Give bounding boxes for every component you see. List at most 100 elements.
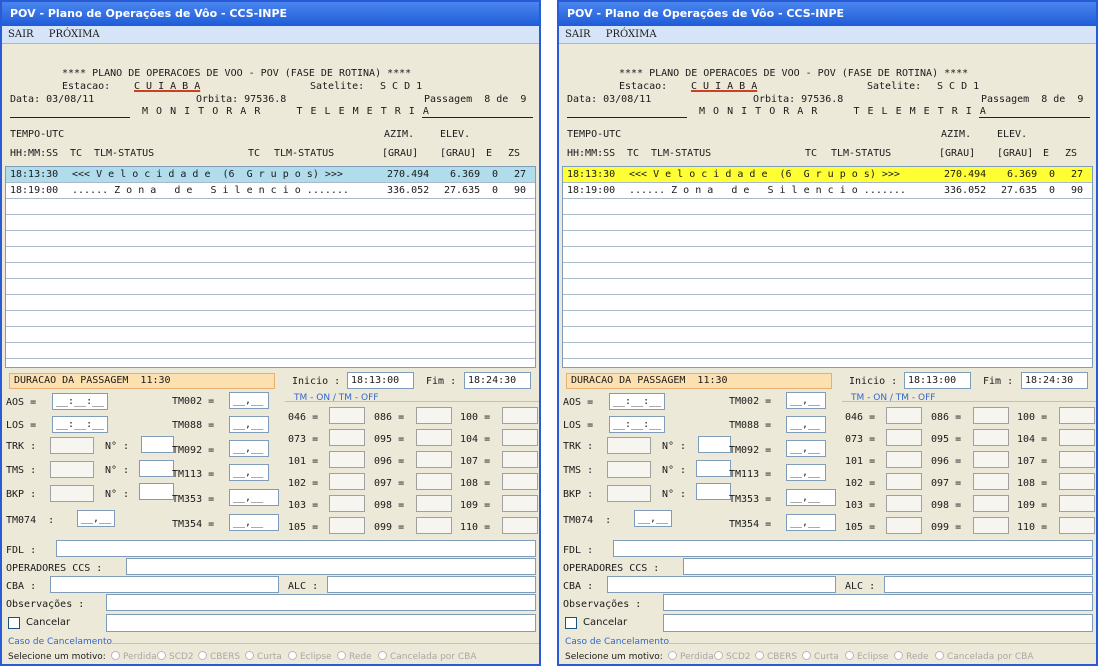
menu-sair[interactable]: SAIR [565,29,591,40]
tm002-field[interactable]: __,__ [786,392,826,409]
motivo-perdida-radio[interactable]: Perdida [668,651,714,662]
tm097-field[interactable] [416,473,452,490]
tms-n-field[interactable] [139,460,174,477]
schedule-row-empty[interactable] [563,295,1092,311]
los-field[interactable]: __:__:__ [52,416,108,433]
tm096-field[interactable] [416,451,452,468]
motivo-cancelada-cba-radio[interactable]: Cancelada por CBA [935,651,1034,662]
schedule-row-selected[interactable]: 18:13:30 <<< V e l o c i d a d e (6 G r … [6,167,535,183]
tm002-field[interactable]: __,__ [229,392,269,409]
schedule-row-empty[interactable] [563,231,1092,247]
tm095-field[interactable] [973,429,1009,446]
tm107-field[interactable] [1059,451,1095,468]
tm073-field[interactable] [886,429,922,446]
menu-proxima[interactable]: PRÓXIMA [606,29,657,40]
schedule-row[interactable]: 18:19:00 ...... Z o n a d e S i l e n c … [6,183,535,199]
cancelar-motivo-field[interactable] [106,614,536,632]
tm099-field[interactable] [973,517,1009,534]
tm086-field[interactable] [973,407,1009,424]
aos-field[interactable]: __:__:__ [609,393,665,410]
tm098-field[interactable] [416,495,452,512]
tm100-field[interactable] [1059,407,1095,424]
bkp-n-field[interactable] [139,483,174,500]
motivo-perdida-radio[interactable]: Perdida [111,651,157,662]
motivo-cbers-radio[interactable]: CBERS [755,651,797,662]
tm088-field[interactable]: __,__ [786,416,826,433]
schedule-row-empty[interactable] [6,231,535,247]
schedule-row-empty[interactable] [6,279,535,295]
motivo-eclipse-radio[interactable]: Eclipse [288,651,332,662]
schedule-row-empty[interactable] [563,199,1092,215]
schedule-row-empty[interactable] [563,311,1092,327]
tm098-field[interactable] [973,495,1009,512]
schedule-row[interactable]: 18:19:00 ...... Z o n a d e S i l e n c … [563,183,1092,199]
observacoes-field[interactable] [106,594,536,611]
tm102-field[interactable] [329,473,365,490]
bkp-n-field[interactable] [696,483,731,500]
tm046-field[interactable] [886,407,922,424]
cba-field[interactable] [50,576,279,593]
menu-proxima[interactable]: PRÓXIMA [49,29,100,40]
motivo-scd2-radio[interactable]: SCD2 [714,651,751,662]
operadores-field[interactable] [683,558,1093,575]
motivo-eclipse-radio[interactable]: Eclipse [845,651,889,662]
operadores-field[interactable] [126,558,536,575]
motivo-curta-radio[interactable]: Curta [802,651,839,662]
cba-field[interactable] [607,576,836,593]
schedule-row-empty[interactable] [563,279,1092,295]
tm107-field[interactable] [502,451,538,468]
schedule-grid[interactable]: 18:13:30 <<< V e l o c i d a d e (6 G r … [5,166,536,368]
schedule-row-empty[interactable] [6,327,535,343]
motivo-rede-radio[interactable]: Rede [894,651,929,662]
bkp-field[interactable] [50,485,94,502]
tm104-field[interactable] [1059,429,1095,446]
inicio-field[interactable]: 18:13:00 [347,372,414,389]
schedule-row-empty[interactable] [563,327,1092,343]
tm099-field[interactable] [416,517,452,534]
aos-field[interactable]: __:__:__ [52,393,108,410]
schedule-row-empty[interactable] [6,199,535,215]
alc-field[interactable] [327,576,536,593]
tm086-field[interactable] [416,407,452,424]
tm096-field[interactable] [973,451,1009,468]
tms-n-field[interactable] [696,460,731,477]
tm354-field[interactable]: __,__ [786,514,836,531]
tm073-field[interactable] [329,429,365,446]
tm100-field[interactable] [502,407,538,424]
fim-field[interactable]: 18:24:30 [464,372,531,389]
cancelar-checkbox[interactable] [565,617,577,629]
tm104-field[interactable] [502,429,538,446]
los-field[interactable]: __:__:__ [609,416,665,433]
alc-field[interactable] [884,576,1093,593]
tm110-field[interactable] [1059,517,1095,534]
cancelar-checkbox[interactable] [8,617,20,629]
tm354-field[interactable]: __,__ [229,514,279,531]
tms-field[interactable] [607,461,651,478]
tm353-field[interactable]: __,__ [229,489,279,506]
schedule-row-empty[interactable] [563,215,1092,231]
schedule-row-selected[interactable]: 18:13:30 <<< V e l o c i d a d e (6 G r … [563,167,1092,183]
tms-field[interactable] [50,461,94,478]
schedule-row-empty[interactable] [563,343,1092,359]
fdl-field[interactable] [613,540,1093,557]
tm074-field[interactable]: __,__ [634,510,672,527]
trk-field[interactable] [50,437,94,454]
schedule-row-empty[interactable] [6,311,535,327]
tm113-field[interactable]: __,__ [786,464,826,481]
inicio-field[interactable]: 18:13:00 [904,372,971,389]
schedule-grid[interactable]: 18:13:30 <<< V e l o c i d a d e (6 G r … [562,166,1093,368]
schedule-row-empty[interactable] [563,263,1092,279]
schedule-row-empty[interactable] [6,263,535,279]
tm103-field[interactable] [886,495,922,512]
tm109-field[interactable] [502,495,538,512]
observacoes-field[interactable] [663,594,1093,611]
tm113-field[interactable]: __,__ [229,464,269,481]
tm092-field[interactable]: __,__ [229,440,269,457]
tm353-field[interactable]: __,__ [786,489,836,506]
schedule-row-empty[interactable] [6,295,535,311]
tm074-field[interactable]: __,__ [77,510,115,527]
trk-field[interactable] [607,437,651,454]
tm088-field[interactable]: __,__ [229,416,269,433]
tm101-field[interactable] [886,451,922,468]
motivo-cbers-radio[interactable]: CBERS [198,651,240,662]
